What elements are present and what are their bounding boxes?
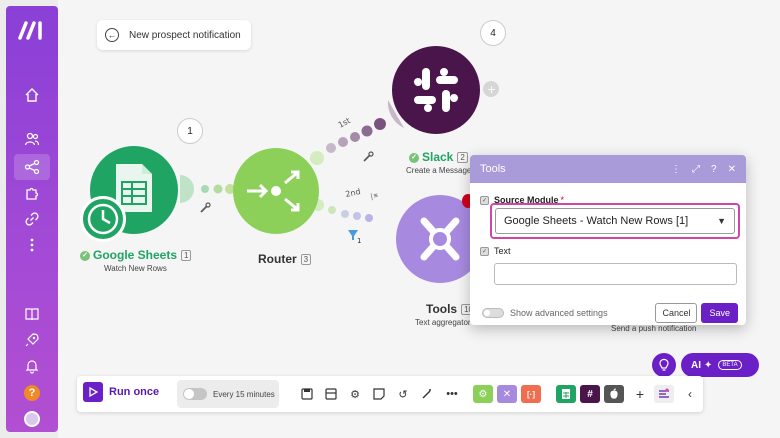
app-root: ? ← New prospect notification + 1st 2nd … bbox=[0, 0, 780, 438]
check-icon: ✓ bbox=[409, 152, 419, 163]
router-icon bbox=[247, 170, 300, 212]
gear-icon: ⚙ bbox=[478, 388, 488, 400]
slack-node[interactable] bbox=[392, 46, 480, 134]
dialog-header: Tools ⋮ ⤢ ? ✕ bbox=[470, 155, 746, 183]
chevron-left-icon[interactable]: ‹ bbox=[682, 386, 698, 402]
schedule-clock[interactable] bbox=[80, 196, 126, 242]
clock-icon bbox=[87, 203, 119, 235]
slack-action: Create a Message bbox=[406, 166, 472, 175]
tools-app-button[interactable]: ⚙ bbox=[473, 385, 493, 403]
save-button[interactable]: Save bbox=[701, 303, 738, 323]
module-index: 3 bbox=[300, 254, 312, 266]
wrench-icon[interactable] bbox=[363, 151, 374, 162]
schedule-toggle[interactable] bbox=[183, 388, 207, 400]
text-label: Text bbox=[494, 246, 511, 256]
route-label-second: 2nd bbox=[345, 187, 362, 199]
play-icon bbox=[83, 382, 103, 402]
slack-app-button[interactable]: # bbox=[580, 385, 600, 403]
source-module-select[interactable]: Google Sheets - Watch New Rows [1] ▼ bbox=[495, 208, 735, 234]
add-module-icon: + bbox=[487, 83, 496, 96]
more-horizontal-icon[interactable]: ••• bbox=[444, 386, 460, 402]
magic-wand-icon[interactable] bbox=[419, 386, 435, 402]
tools-action: Text aggregator bbox=[415, 318, 471, 327]
router-node[interactable] bbox=[233, 148, 319, 234]
save-icon[interactable] bbox=[299, 386, 315, 402]
slack-label: ✓ Slack 2 bbox=[409, 150, 468, 164]
add-icon[interactable]: + bbox=[632, 386, 648, 402]
dialog-title: Tools bbox=[480, 163, 506, 175]
scenario-settings-icon[interactable] bbox=[323, 386, 339, 402]
gear-icon[interactable]: ⚙ bbox=[347, 386, 363, 402]
brackets-icon: [·] bbox=[527, 389, 535, 399]
advanced-settings-toggle[interactable] bbox=[482, 308, 504, 318]
cancel-button[interactable]: Cancel bbox=[655, 303, 698, 323]
text-parser-button[interactable]: [·] bbox=[521, 385, 541, 403]
advanced-settings-label: Show advanced settings bbox=[510, 308, 608, 318]
tools-dialog: Tools ⋮ ⤢ ? ✕ ✓ Source Module * Google S… bbox=[470, 155, 746, 325]
module-index: 1 bbox=[181, 250, 192, 262]
schedule-control[interactable]: Every 15 minutes bbox=[177, 380, 279, 408]
slack-icon: # bbox=[587, 388, 593, 400]
source-module-select-focus: Google Sheets - Watch New Rows [1] ▼ bbox=[490, 203, 740, 239]
run-once-button[interactable]: Run once bbox=[83, 382, 159, 402]
router-label: Router 3 bbox=[258, 252, 312, 266]
text-field: ✓ Text bbox=[480, 246, 511, 256]
filter-count: 1 bbox=[357, 237, 361, 245]
schedule-label: Every 15 minutes bbox=[213, 389, 275, 399]
google-sheets-action: Watch New Rows bbox=[104, 264, 167, 273]
module-index: 2 bbox=[457, 152, 468, 164]
bottom-toolbar: Run once Every 15 minutes ⚙ ↺ ••• ⚙ ✕ [·… bbox=[77, 376, 703, 412]
apple-app-button[interactable] bbox=[604, 385, 624, 403]
google-sheets-label: ✓ Google Sheets 1 bbox=[80, 248, 192, 262]
dialog-footer: Show advanced settings Cancel Save bbox=[482, 303, 738, 323]
run-once-label: Run once bbox=[109, 386, 160, 398]
notes-icon[interactable] bbox=[371, 386, 387, 402]
apple-icon bbox=[610, 388, 618, 399]
beta-badge: BETA bbox=[718, 360, 742, 370]
expand-icon[interactable]: ⤢ bbox=[692, 164, 700, 175]
tools-label: Tools 10 bbox=[426, 302, 477, 316]
undo-icon[interactable]: ↺ bbox=[395, 386, 411, 402]
route-filter-marker: |≡ bbox=[369, 191, 379, 201]
wrench-icon[interactable] bbox=[200, 202, 211, 213]
google-sheets-icon bbox=[562, 389, 570, 399]
operations-count-badge[interactable]: 1 bbox=[177, 118, 203, 144]
sliders-icon bbox=[659, 388, 669, 398]
source-module-checkbox[interactable]: ✓ bbox=[480, 195, 489, 205]
more-vertical-icon[interactable]: ⋮ bbox=[671, 164, 681, 175]
help-icon[interactable]: ? bbox=[711, 164, 717, 175]
slack-icon bbox=[414, 68, 458, 112]
chevron-down-icon: ▼ bbox=[717, 216, 726, 226]
lightbulb-icon bbox=[659, 358, 669, 371]
text-checkbox[interactable]: ✓ bbox=[480, 246, 489, 256]
google-sheets-app-button[interactable] bbox=[556, 385, 576, 403]
close-icon[interactable]: ✕ bbox=[728, 164, 736, 175]
ai-assistant-button[interactable]: AI ✦ BETA bbox=[681, 353, 759, 377]
sort-filter-button[interactable] bbox=[654, 385, 674, 403]
text-input[interactable] bbox=[494, 263, 737, 285]
ai-label: AI bbox=[691, 359, 701, 371]
route-label-first: 1st bbox=[337, 116, 352, 130]
flow-control-button[interactable]: ✕ bbox=[497, 385, 517, 403]
push-notification-action: Send a push notification bbox=[611, 324, 697, 333]
lightbulb-button[interactable] bbox=[652, 353, 676, 377]
operations-count-badge[interactable]: 4 bbox=[480, 20, 506, 46]
router-icon: ✕ bbox=[502, 388, 512, 400]
source-module-value: Google Sheets - Watch New Rows [1] bbox=[504, 215, 689, 227]
check-icon: ✓ bbox=[80, 250, 90, 261]
sparkle-icon: ✦ bbox=[704, 359, 713, 371]
